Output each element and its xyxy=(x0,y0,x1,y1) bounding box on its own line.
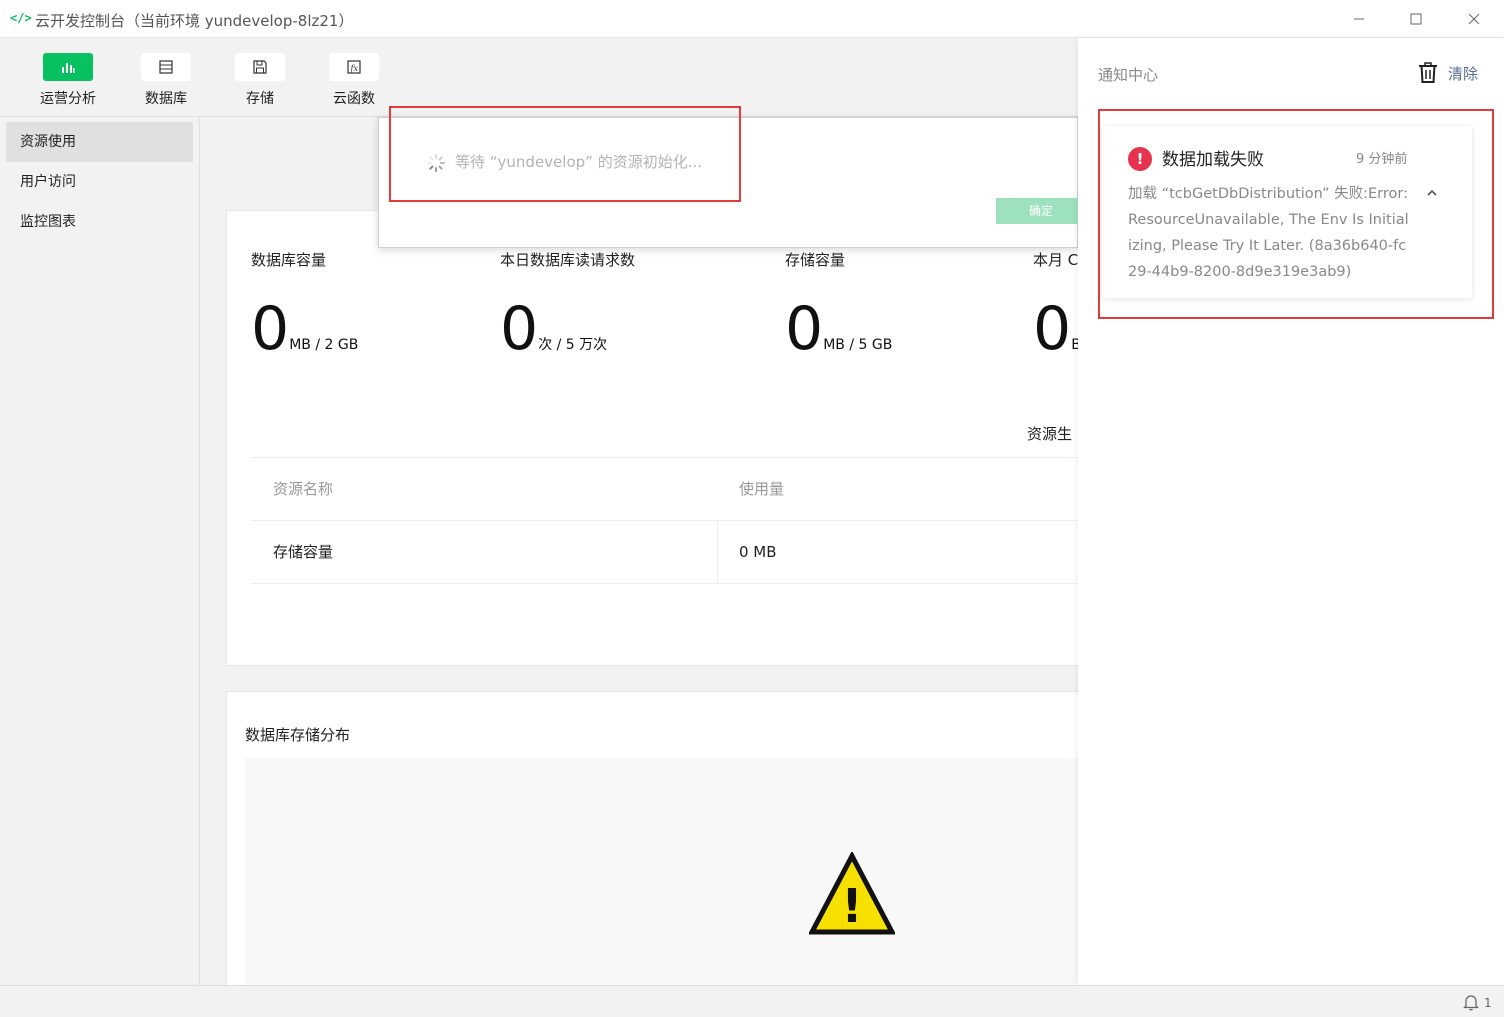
tool-functions[interactable]: fx 云函数 xyxy=(314,53,394,108)
notification-body: 加载 “tcbGetDbDistribution” 失败:Error: Reso… xyxy=(1128,186,1409,280)
maximize-button[interactable] xyxy=(1404,8,1428,30)
loading-dialog: 等待 “yundevelop” 的资源初始化... 确定 xyxy=(378,117,1086,248)
notification-count: 1 xyxy=(1484,995,1492,1010)
window-title: 云开发控制台（当前环境 yundevelop-8lz21） xyxy=(35,12,354,30)
minimize-icon xyxy=(1354,18,1364,20)
minimize-button[interactable] xyxy=(1347,8,1371,30)
table-cell-name: 存储容量 xyxy=(273,543,334,561)
save-icon xyxy=(253,60,267,74)
trash-icon xyxy=(1419,62,1437,83)
sidebar-item-user-access[interactable]: 用户访问 xyxy=(6,162,193,202)
stat-value-db-reads: 0次 / 5 万次 xyxy=(500,294,608,364)
svg-text:!: ! xyxy=(842,879,863,933)
chevron-up-icon[interactable] xyxy=(1426,189,1438,197)
sidebar-item-resource-usage[interactable]: 资源使用 xyxy=(6,122,193,162)
error-icon: ! xyxy=(1128,147,1152,171)
warning-icon: ! xyxy=(809,852,895,935)
tool-functions-label: 云函数 xyxy=(333,91,375,107)
stat-label-monthly: 本月 C xyxy=(1033,251,1079,269)
table-header-name: 资源名称 xyxy=(273,480,334,498)
tool-database-label: 数据库 xyxy=(145,91,187,107)
sidebar: 资源使用 用户访问 监控图表 xyxy=(0,117,200,985)
stat-label-storage: 存储容量 xyxy=(785,251,846,269)
tool-storage[interactable]: 存储 xyxy=(220,53,300,108)
notification-bell-button[interactable]: 1 xyxy=(1463,994,1492,1011)
table-row: 存储容量 0 MB xyxy=(251,521,1079,584)
notification-panel: 通知中心 清除 ! 数据加载失败 9 分钟前 加载 “tcbGetDbDistr… xyxy=(1078,38,1504,985)
table-cell-usage: 0 MB xyxy=(739,543,777,561)
table-divider xyxy=(717,521,718,584)
table-header-row: 资源名称 使用量 xyxy=(251,458,1079,521)
loading-spinner-icon xyxy=(427,154,445,172)
close-icon xyxy=(1468,13,1480,25)
status-bar: 1 xyxy=(0,985,1504,1017)
distribution-title: 数据库存储分布 xyxy=(245,726,351,744)
bar-chart-icon xyxy=(62,63,75,73)
tool-analytics-label: 运营分析 xyxy=(40,91,96,107)
stat-label-db-capacity: 数据库容量 xyxy=(251,251,327,269)
loading-message: 等待 “yundevelop” 的资源初始化... xyxy=(455,153,702,171)
table-header-usage: 使用量 xyxy=(739,480,785,498)
svg-text:fx: fx xyxy=(350,64,359,73)
stat-value-monthly: 0B xyxy=(1033,294,1081,364)
bell-icon xyxy=(1463,995,1479,1011)
stat-value-db-capacity: 0 MB / 2 GB xyxy=(251,294,359,364)
stat-value-storage: 0 MB / 5 GB xyxy=(785,294,893,364)
clear-label: 清除 xyxy=(1448,64,1479,83)
notification-title: 数据加载失败 xyxy=(1162,150,1264,170)
notification-time: 9 分钟前 xyxy=(1356,152,1408,167)
title-bar: </> 云开发控制台（当前环境 yundevelop-8lz21） xyxy=(0,0,1504,38)
clear-notifications-button[interactable]: 清除 xyxy=(1418,62,1478,84)
maximize-icon xyxy=(1410,13,1422,25)
resource-table: 资源名称 使用量 存储容量 0 MB xyxy=(251,457,1079,584)
stat-label-db-reads: 本日数据库读请求数 xyxy=(500,251,636,269)
db-distribution-card: 数据库存储分布 ! xyxy=(226,691,1096,998)
database-icon xyxy=(159,60,173,74)
sidebar-item-monitoring[interactable]: 监控图表 xyxy=(6,202,193,242)
close-button[interactable] xyxy=(1462,8,1486,30)
tool-storage-label: 存储 xyxy=(246,91,274,107)
distribution-chart-area xyxy=(245,758,1079,998)
code-icon: </> xyxy=(10,11,32,25)
resource-stats-card: 数据库容量 0 MB / 2 GB 本日数据库读请求数 0次 / 5 万次 存储容… xyxy=(226,210,1096,666)
tool-analytics[interactable]: 运营分析 xyxy=(28,53,108,108)
confirm-button[interactable]: 确定 xyxy=(996,198,1086,224)
tool-database[interactable]: 数据库 xyxy=(126,53,206,108)
function-icon: fx xyxy=(347,60,361,74)
notification-center-title: 通知中心 xyxy=(1098,66,1159,84)
resource-section-label: 资源生 xyxy=(1027,425,1073,443)
notification-item[interactable]: ! 数据加载失败 9 分钟前 加载 “tcbGetDbDistribution”… xyxy=(1102,126,1472,298)
